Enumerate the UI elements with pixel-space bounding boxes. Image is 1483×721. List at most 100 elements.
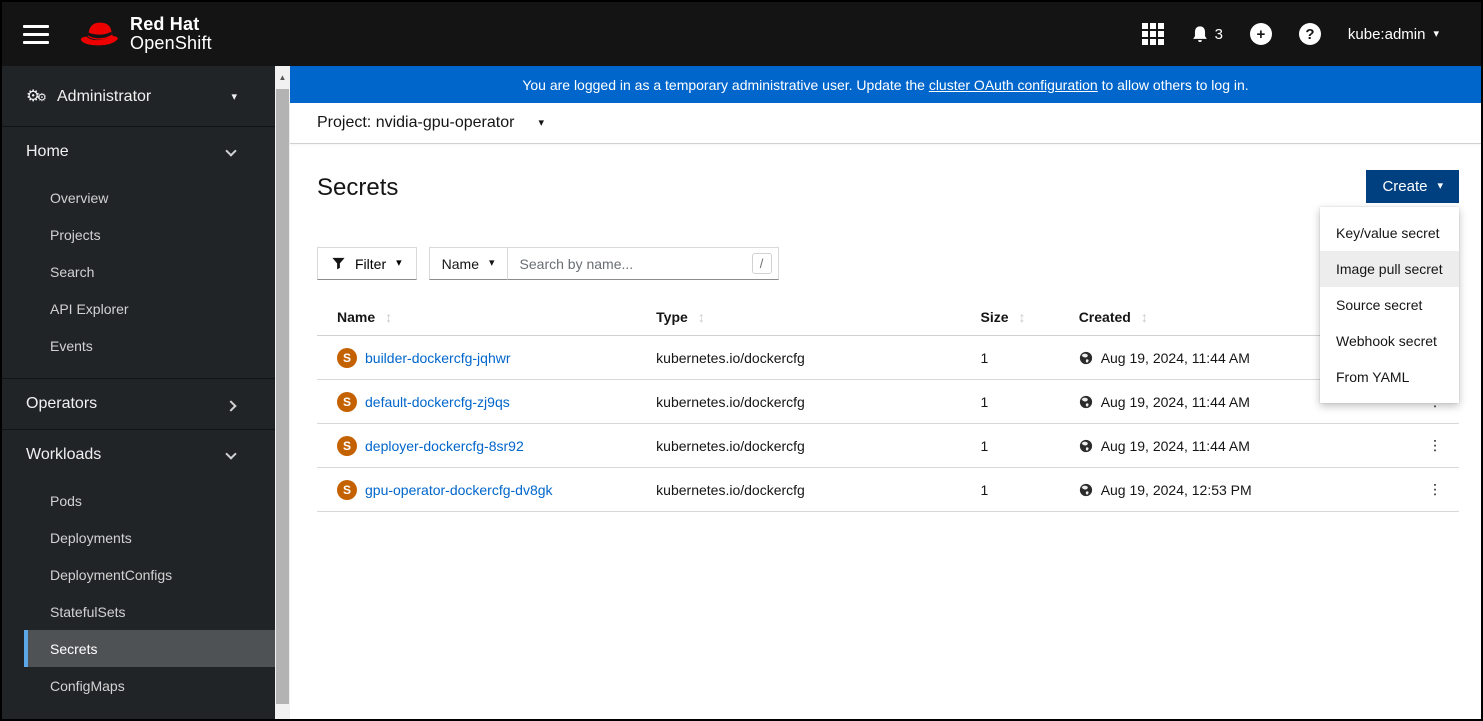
search-combo: Name ▾ / <box>428 247 779 280</box>
cluster-oauth-link[interactable]: cluster OAuth configuration <box>929 77 1098 93</box>
sidebar-item-overview[interactable]: Overview <box>24 179 275 216</box>
secret-type-cell: kubernetes.io/dockercfg <box>656 423 981 468</box>
plus-icon: + <box>1256 25 1266 43</box>
project-value: nvidia-gpu-operator <box>375 114 515 131</box>
sidebar-item-deployments[interactable]: Deployments <box>24 519 275 556</box>
masthead: Red Hat OpenShift 3 + ? kube:admin ▾ <box>2 2 1481 66</box>
row-kebab-menu[interactable]: ⋮ <box>1420 423 1459 468</box>
openshift-console-window: Red Hat OpenShift 3 + ? kube:admin ▾ ⚙ ⚙… <box>0 0 1483 721</box>
secret-type-cell: kubernetes.io/dockercfg <box>656 335 981 380</box>
brand-line1: Red Hat <box>130 14 200 35</box>
cogs-icon: ⚙ ⚙ <box>26 88 47 105</box>
sidebar-item-events[interactable]: Events <box>24 327 275 364</box>
sidebar-item-deploymentconfigs[interactable]: DeploymentConfigs <box>24 556 275 593</box>
app-launcher-icon[interactable] <box>1141 23 1164 45</box>
sidebar-item-configmaps[interactable]: ConfigMaps <box>24 667 275 704</box>
nav-toggle-icon[interactable] <box>23 20 49 49</box>
sidebar-section-header-home[interactable]: Home <box>2 127 275 177</box>
sidebar-section-home: Home Overview Projects Search API Explorer E… <box>2 127 275 379</box>
create-menu-item-source-secret[interactable]: Source secret <box>1320 287 1459 323</box>
table-row: S builder-dockercfg-jqhwr kubernetes.io/… <box>317 335 1459 380</box>
sidebar-section-label: Home <box>26 143 69 160</box>
secret-size-cell: 1 <box>980 467 1079 512</box>
login-notice-banner: You are logged in as a temporary adminis… <box>290 66 1481 103</box>
search-input[interactable] <box>506 247 779 280</box>
secret-name-link[interactable]: default-dockercfg-zj9qs <box>365 394 510 410</box>
sidebar-section-header-operators[interactable]: Operators <box>2 379 275 429</box>
table-row: S gpu-operator-dockercfg-dv8gk kubernete… <box>317 467 1459 512</box>
secret-resource-badge: S <box>337 391 357 412</box>
sidebar-section-label: Operators <box>26 395 98 412</box>
caret-down-icon: ▾ <box>231 90 237 103</box>
sidebar-nav: Home Overview Projects Search API Explorer E… <box>2 127 275 718</box>
project-selector[interactable]: Project: nvidia-gpu-operator ▾ <box>317 114 544 132</box>
secret-size-cell: 1 <box>980 423 1079 468</box>
column-header-type[interactable]: Type ↕ <box>656 299 981 336</box>
question-icon: ? <box>1305 25 1315 43</box>
column-header-name[interactable]: Name ↕ <box>317 299 657 336</box>
sidebar-section-workloads: Workloads Pods Deployments DeploymentConfi… <box>2 430 275 718</box>
secret-name-link[interactable]: builder-dockercfg-jqhwr <box>365 350 511 366</box>
filter-funnel-icon <box>332 257 345 270</box>
table-row: S default-dockercfg-zj9qs kubernetes.io/… <box>317 379 1459 424</box>
caret-down-icon: ▾ <box>1437 180 1443 192</box>
chevron-down-icon <box>225 448 237 460</box>
sort-icon: ↕ <box>385 309 393 325</box>
secret-type-cell: kubernetes.io/dockercfg <box>656 467 981 512</box>
help-button[interactable]: ? <box>1298 23 1321 45</box>
caret-down-icon: ▾ <box>538 116 544 129</box>
created-timestamp: Aug 19, 2024, 12:53 PM <box>1100 481 1252 498</box>
caret-down-icon: ▾ <box>1433 27 1439 40</box>
banner-text-before: You are logged in as a temporary adminis… <box>522 76 929 93</box>
perspective-switcher[interactable]: ⚙ ⚙ Administrator ▾ <box>2 66 275 127</box>
sort-icon: ↕ <box>1018 309 1026 325</box>
secret-name-link[interactable]: gpu-operator-dockercfg-dv8gk <box>365 482 553 498</box>
secret-resource-badge: S <box>337 435 357 456</box>
create-menu-item-from-yaml[interactable]: From YAML <box>1320 359 1459 395</box>
secret-name-link[interactable]: deployer-dockercfg-8sr92 <box>365 438 524 454</box>
caret-down-icon: ▾ <box>396 257 402 269</box>
table-row: S deployer-dockercfg-8sr92 kubernetes.io… <box>317 423 1459 468</box>
project-bar: Project: nvidia-gpu-operator ▾ <box>290 103 1481 144</box>
sidebar-item-projects[interactable]: Projects <box>24 216 275 253</box>
sidebar-item-pods[interactable]: Pods <box>24 482 275 519</box>
create-menu-item-key-value-secret[interactable]: Key/value secret <box>1320 215 1459 251</box>
secret-resource-badge: S <box>337 479 357 500</box>
caret-down-icon: ▾ <box>489 257 495 269</box>
created-timestamp: Aug 19, 2024, 11:44 AM <box>1100 349 1250 366</box>
nav-item-list: Pods Deployments DeploymentConfigs Stateful… <box>2 480 275 718</box>
brand-logo[interactable]: Red Hat OpenShift <box>75 15 212 53</box>
scrollbar-thumb[interactable] <box>276 89 289 704</box>
search-type-dropdown[interactable]: Name ▾ <box>428 247 508 280</box>
globe-icon <box>1079 351 1092 364</box>
sidebar-item-secrets[interactable]: Secrets <box>24 630 275 667</box>
filter-dropdown[interactable]: Filter ▾ <box>317 247 417 280</box>
sidebar-item-statefulsets[interactable]: StatefulSets <box>24 593 275 630</box>
sidebar-section-header-workloads[interactable]: Workloads <box>2 430 275 480</box>
create-menu-item-image-pull-secret[interactable]: Image pull secret <box>1320 251 1459 287</box>
brand-text: Red Hat OpenShift <box>130 15 212 53</box>
sidebar-item-api-explorer[interactable]: API Explorer <box>24 290 275 327</box>
row-kebab-menu[interactable]: ⋮ <box>1420 467 1459 512</box>
secret-resource-badge: S <box>337 347 357 368</box>
secret-size-cell: 1 <box>980 335 1079 380</box>
table-header-row: Name ↕ Type ↕ Size ↕ Created ↕ <box>317 299 1459 336</box>
sidebar-section-label: Workloads <box>26 446 102 463</box>
scrollbar-up-arrow[interactable]: ▲ <box>275 66 290 88</box>
import-yaml-button[interactable]: + <box>1249 23 1272 45</box>
create-menu-item-webhook-secret[interactable]: Webhook secret <box>1320 323 1459 359</box>
chevron-right-icon <box>225 400 237 412</box>
globe-icon <box>1079 439 1092 452</box>
secret-type-cell: kubernetes.io/dockercfg <box>656 379 981 424</box>
globe-icon <box>1079 395 1092 408</box>
user-menu[interactable]: kube:admin ▾ <box>1348 26 1439 43</box>
list-toolbar: Filter ▾ Name ▾ / <box>317 247 1481 280</box>
create-button[interactable]: Create ▾ <box>1366 170 1459 203</box>
column-header-size[interactable]: Size ↕ <box>980 299 1079 336</box>
notifications-button[interactable]: 3 <box>1191 25 1223 44</box>
banner-text-after: to allow others to log in. <box>1097 76 1249 93</box>
brand-line2: OpenShift <box>130 33 212 53</box>
masthead-actions: 3 + ? kube:admin ▾ <box>1141 23 1439 45</box>
sidebar-item-search[interactable]: Search <box>24 253 275 290</box>
search-shortcut-badge: / <box>751 253 772 274</box>
